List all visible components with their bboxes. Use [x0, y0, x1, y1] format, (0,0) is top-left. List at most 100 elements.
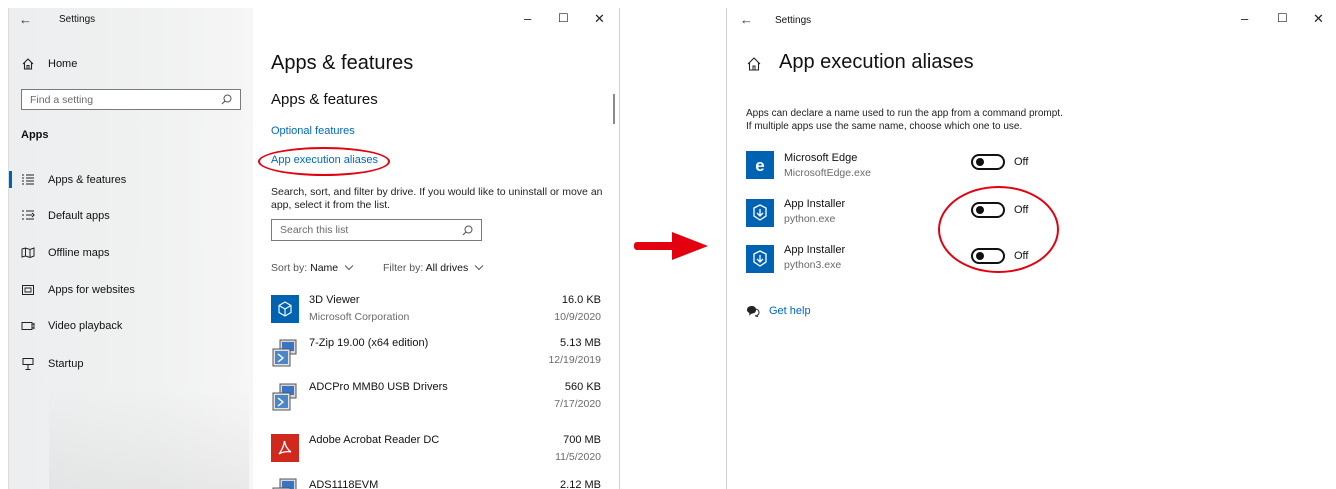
settings-window-app-execution-aliases: ← Settings – ☐ ✕ App execution aliases A… [726, 8, 1336, 489]
app-list-item[interactable]: ADS1118EVM 2.12 MB [271, 478, 601, 489]
video-playback-icon [21, 322, 35, 330]
app-date: 7/17/2020 [554, 398, 601, 410]
app-name: 3D Viewer [309, 294, 360, 306]
back-button[interactable]: ← [19, 12, 32, 27]
app-size: 16.0 KB [561, 294, 601, 306]
3d-viewer-icon [271, 295, 299, 323]
annotation-circle [938, 186, 1059, 273]
app-date: 12/19/2019 [548, 354, 601, 366]
edge-icon: e [746, 151, 774, 179]
installer-icon [271, 339, 299, 367]
red-arrow-icon [634, 232, 708, 260]
alias-app-name: Microsoft Edge [784, 152, 858, 164]
settings-window-apps-features: ← Settings Home Find a setting Apps Apps… [8, 8, 620, 489]
get-help-label: Get help [769, 305, 811, 317]
nav-item-video-playback[interactable]: Video playback [21, 320, 122, 332]
alias-toggle[interactable] [971, 154, 1005, 170]
chevron-down-icon [344, 265, 354, 271]
nav-home-label: Home [48, 58, 78, 70]
nav-item-label: Default apps [48, 210, 110, 222]
home-icon [22, 58, 34, 70]
app-publisher: Microsoft Corporation [309, 311, 410, 323]
sort-label: Sort by: [271, 262, 308, 274]
active-indicator [9, 171, 12, 188]
apps-description: Search, sort, and filter by drive. If yo… [271, 186, 603, 211]
installer-icon [271, 478, 299, 489]
nav-section-apps: Apps [21, 129, 49, 141]
nav-item-label: Video playback [48, 320, 123, 332]
app-list-item[interactable]: ADCPro MMB0 USB Drivers 560 KB 7/17/2020 [271, 379, 601, 419]
chevron-down-icon [474, 265, 484, 271]
window-title: Settings [59, 14, 96, 25]
scrollbar-thumb[interactable] [613, 94, 615, 124]
svg-text:e: e [755, 156, 764, 175]
get-help-icon [747, 306, 760, 317]
acrobat-icon [271, 434, 299, 462]
alias-row: e Microsoft Edge MicrosoftEdge.exe Off [746, 151, 1046, 185]
sort-value: Name [310, 262, 339, 274]
app-installer-icon [746, 245, 774, 273]
apps-features-icon [22, 174, 34, 185]
nav-home[interactable]: Home [21, 57, 77, 71]
search-icon [221, 94, 232, 105]
home-icon[interactable] [746, 56, 762, 72]
app-list-item[interactable]: 7-Zip 19.00 (x64 edition) 5.13 MB 12/19/… [271, 335, 601, 375]
search-apps-input[interactable]: Search this list [271, 219, 482, 241]
search-icon [462, 225, 473, 235]
installer-icon [271, 383, 299, 411]
annotation-circle [258, 147, 390, 176]
filter-value: All drives [425, 262, 469, 274]
app-installer-icon [746, 199, 774, 227]
alias-exe-name: python3.exe [784, 259, 842, 271]
filter-label: Filter by: [383, 262, 424, 274]
page-title: App execution aliases [779, 51, 974, 73]
app-size: 2.12 MB [560, 479, 601, 489]
page-title: Apps & features [271, 52, 414, 74]
app-size: 5.13 MB [560, 337, 601, 349]
nav-item-label: Apps & features [48, 174, 127, 186]
aliases-description-line-1: Apps can declare a name used to run the … [746, 108, 1063, 119]
find-setting-input[interactable]: Find a setting [21, 89, 241, 110]
nav-item-apps-for-websites[interactable]: Apps for websites [21, 284, 135, 296]
apps-for-websites-icon [22, 285, 34, 295]
get-help-link[interactable]: Get help [746, 305, 811, 317]
alias-exe-name: python.exe [784, 213, 836, 225]
minimize-button[interactable]: – [524, 11, 531, 26]
section-title: Apps & features [271, 91, 378, 108]
nav-item-apps-features[interactable]: Apps & features [21, 174, 126, 186]
find-setting-placeholder: Find a setting [30, 93, 94, 106]
search-apps-placeholder: Search this list [280, 224, 349, 236]
window-title: Settings [775, 15, 812, 26]
back-button[interactable]: ← [740, 12, 753, 27]
app-date: 10/9/2020 [554, 311, 601, 323]
close-button[interactable]: ✕ [594, 11, 605, 27]
alias-app-name: App Installer [784, 244, 846, 256]
alias-app-name: App Installer [784, 198, 846, 210]
nav-item-startup[interactable]: Startup [21, 357, 83, 371]
app-name: 7-Zip 19.00 (x64 edition) [309, 337, 429, 349]
aliases-description-line-2: If multiple apps use the same name, choo… [746, 121, 1023, 132]
optional-features-link[interactable]: Optional features [271, 125, 355, 137]
offline-maps-icon [21, 247, 35, 259]
app-name: ADCPro MMB0 USB Drivers [309, 381, 448, 393]
toggle-state: Off [1014, 156, 1029, 168]
close-button[interactable]: ✕ [1313, 11, 1324, 27]
minimize-button[interactable]: – [1241, 11, 1248, 26]
app-list-item[interactable]: 3D Viewer Microsoft Corporation 16.0 KB … [271, 292, 601, 332]
nav-item-label: Apps for websites [48, 284, 135, 296]
default-apps-icon [22, 210, 35, 220]
app-list-item[interactable]: Adobe Acrobat Reader DC 700 MB 11/5/2020 [271, 432, 601, 472]
filter-dropdown[interactable]: Filter by: All drives [383, 262, 484, 274]
nav-item-offline-maps[interactable]: Offline maps [21, 247, 110, 259]
app-name: ADS1118EVM [309, 479, 379, 489]
alias-exe-name: MicrosoftEdge.exe [784, 167, 871, 179]
nav-item-label: Startup [48, 358, 84, 370]
app-date: 11/5/2020 [555, 451, 601, 463]
maximize-button[interactable]: ☐ [1277, 11, 1288, 25]
startup-icon [22, 358, 34, 370]
sort-dropdown[interactable]: Sort by: Name [271, 262, 354, 274]
app-size: 560 KB [564, 381, 601, 393]
nav-item-default-apps[interactable]: Default apps [21, 210, 110, 222]
settings-nav-pane: ← Settings Home Find a setting Apps Apps… [9, 8, 253, 489]
maximize-button[interactable]: ☐ [558, 11, 569, 25]
